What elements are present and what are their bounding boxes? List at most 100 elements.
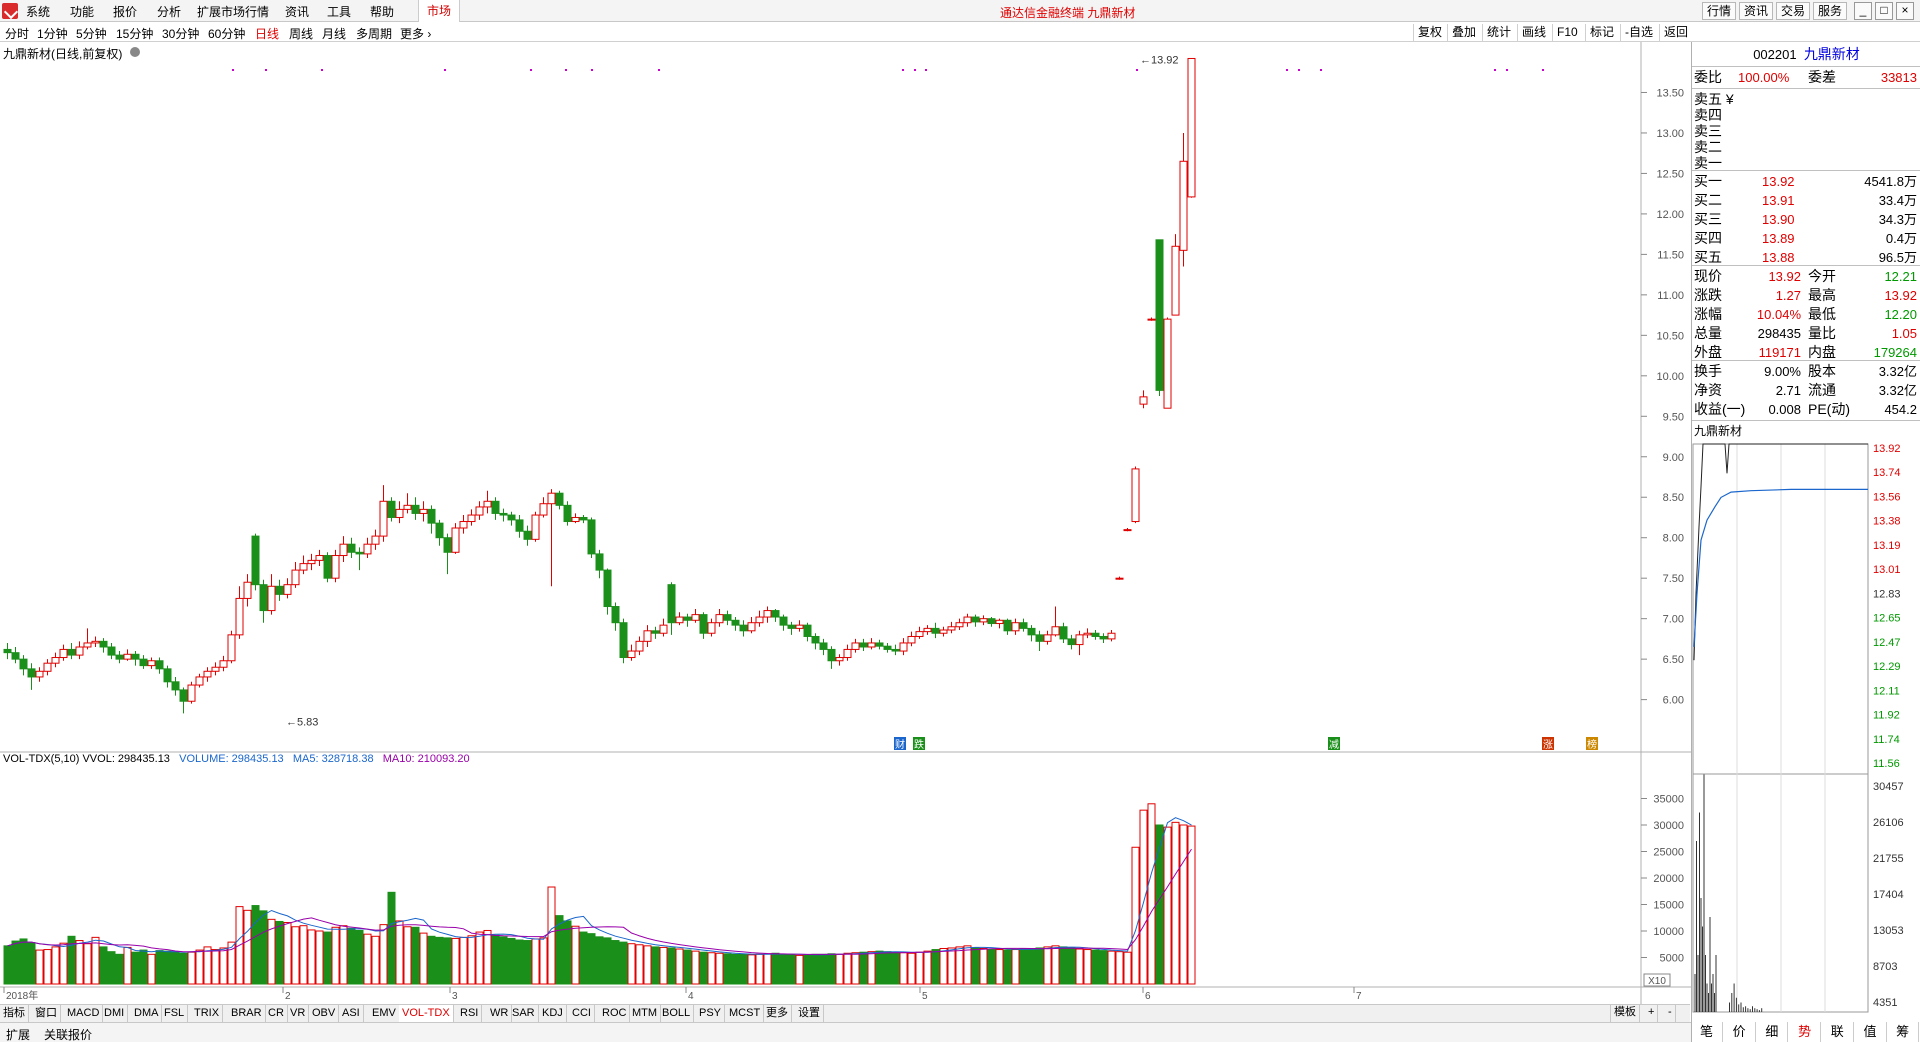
period-15min[interactable]: 15分钟 — [116, 25, 153, 42]
menu-help[interactable]: 帮助 — [370, 3, 394, 20]
indicator-tab[interactable]: OBV — [309, 1005, 340, 1023]
menu-extended-market[interactable]: 扩展市场行情 — [197, 3, 269, 20]
kline-chart[interactable]: 13.50 13.00 12.50 12.00 11.50 11.00 10.50 10.00… — [0, 42, 1691, 1004]
intraday-mini-chart[interactable]: 13.92 13.74 13.56 13.38 13.19 13.01 12.83 12.65… — [1691, 441, 1920, 1022]
period-5min[interactable]: 5分钟 — [76, 25, 107, 42]
tool-mark[interactable]: 标记 — [1585, 24, 1618, 41]
indicator-tab[interactable]: ASI — [339, 1005, 364, 1023]
period-multi[interactable]: 多周期 — [356, 25, 392, 42]
app-logo-icon[interactable] — [2, 3, 18, 19]
period-monthly[interactable]: 月线 — [322, 25, 346, 42]
menu-function[interactable]: 功能 — [70, 3, 94, 20]
indicator-tab[interactable]: BRAR — [228, 1005, 266, 1023]
volume-bar — [139, 949, 148, 985]
indicator-tab[interactable]: DMA — [131, 1005, 163, 1023]
indicator-tab[interactable]: TRIX — [191, 1005, 224, 1023]
bid-label: 买三 — [1694, 211, 1722, 227]
indicator-tab[interactable]: 更多 — [763, 1005, 792, 1023]
legend-name: VOL-TDX(5,10) VVOL: 298435.13 — [3, 753, 170, 765]
volume-bar — [1003, 949, 1012, 985]
signal-dot — [1506, 69, 1508, 71]
mini-chart-tab[interactable]: 势 — [1789, 1022, 1822, 1042]
tool-back[interactable]: 返回 — [1659, 24, 1692, 41]
menu-tools[interactable]: 工具 — [327, 3, 351, 20]
period-daily[interactable]: 日线 — [255, 25, 279, 42]
minimize-button[interactable]: _ — [1854, 2, 1872, 20]
indicator-tab[interactable]: MCST — [726, 1005, 765, 1023]
zoom-out-button[interactable]: - — [1665, 1004, 1676, 1022]
bid-label: 买一 — [1694, 173, 1722, 189]
period-weekly[interactable]: 周线 — [289, 25, 313, 42]
close-button[interactable]: × — [1896, 2, 1914, 20]
tool-adjust[interactable]: 复权 — [1413, 24, 1446, 41]
menu-analysis[interactable]: 分析 — [157, 3, 181, 20]
period-1min[interactable]: 1分钟 — [37, 25, 68, 42]
period-toolbar: 分时 1分钟 5分钟 15分钟 30分钟 60分钟 日线 周线 月线 多周期 更… — [0, 22, 1920, 42]
top-button-service[interactable]: 服务 — [1813, 2, 1848, 20]
status-tab-extended[interactable]: 扩展 — [6, 1026, 30, 1042]
menu-quote[interactable]: 报价 — [113, 3, 137, 20]
indicator-tab[interactable]: KDJ — [539, 1005, 567, 1023]
candle-body — [603, 569, 612, 608]
volume-bar — [259, 910, 268, 985]
tool-overlay[interactable]: 叠加 — [1447, 24, 1480, 41]
indicator-tab[interactable]: FSL — [161, 1005, 189, 1023]
volume-bar — [91, 936, 100, 985]
menu-news[interactable]: 资讯 — [285, 3, 309, 20]
indicator-tab[interactable]: 指标 — [0, 1005, 29, 1023]
indicator-tab[interactable]: RSI — [457, 1005, 483, 1023]
indicator-tab[interactable]: 窗口 — [32, 1005, 61, 1023]
indicator-tab[interactable]: VOL-TDX — [399, 1005, 454, 1023]
indicator-tab[interactable]: BOLL — [659, 1005, 695, 1023]
bid-row[interactable]: 买一 13.92 4541.8万 — [1692, 172, 1920, 191]
tool-remove-favorite[interactable]: -自选 — [1620, 24, 1657, 41]
bid-row[interactable]: 买三 13.90 34.3万 — [1692, 210, 1920, 229]
top-button-trade[interactable]: 交易 — [1776, 2, 1811, 20]
indicator-tab[interactable]: MACD — [64, 1005, 104, 1023]
top-button-quotes[interactable]: 行情 — [1702, 2, 1737, 20]
indicator-tab[interactable]: DMI — [101, 1005, 129, 1023]
volume-bar — [491, 934, 500, 985]
mini-chart-tab[interactable]: 细 — [1756, 1022, 1789, 1042]
tool-stats[interactable]: 统计 — [1482, 24, 1515, 41]
period-more[interactable]: 更多 › — [400, 25, 431, 42]
zoom-in-button[interactable]: + — [1645, 1004, 1659, 1022]
chart-settings-icon[interactable] — [130, 47, 140, 57]
bid-volume: 0.4万 — [1885, 231, 1917, 246]
volume-bar — [1115, 951, 1124, 985]
candle-body — [251, 535, 260, 586]
template-button[interactable]: 模板 — [1610, 1004, 1640, 1022]
maximize-button[interactable]: □ — [1875, 2, 1893, 20]
volume-bar — [859, 951, 868, 985]
indicator-tab[interactable]: SAR — [509, 1005, 539, 1023]
period-60min[interactable]: 60分钟 — [208, 25, 245, 42]
indicator-tab[interactable]: MTM — [629, 1005, 662, 1023]
menu-system[interactable]: 系统 — [26, 3, 50, 20]
candle-body — [1147, 318, 1156, 321]
menu-market[interactable]: 市场 — [418, 0, 461, 22]
mini-volume-tick: 30457 — [1873, 781, 1904, 793]
period-timeshare[interactable]: 分时 — [5, 25, 29, 42]
indicator-tab[interactable]: CCI — [569, 1005, 595, 1023]
indicator-tab[interactable]: ROC — [599, 1005, 631, 1023]
bid-row[interactable]: 买二 13.91 33.4万 — [1692, 191, 1920, 210]
mini-chart-tab[interactable]: 筹 — [1887, 1022, 1920, 1042]
indicator-tab[interactable]: VR — [287, 1005, 310, 1023]
candle-body — [1083, 632, 1092, 636]
mini-chart-tab[interactable]: 笔 — [1691, 1022, 1723, 1042]
indicator-tab[interactable]: PSY — [696, 1005, 726, 1023]
status-tab-related[interactable]: 关联报价 — [44, 1026, 92, 1042]
tool-draw[interactable]: 画线 — [1517, 24, 1550, 41]
mini-chart-tab[interactable]: 价 — [1724, 1022, 1756, 1042]
indicator-tab[interactable]: 设置 — [795, 1005, 824, 1023]
mini-chart-tab[interactable]: 值 — [1855, 1022, 1887, 1042]
period-30min[interactable]: 30分钟 — [162, 25, 199, 42]
top-button-news[interactable]: 资讯 — [1739, 2, 1774, 20]
indicator-tab[interactable]: EMV — [369, 1005, 400, 1023]
volume-bar — [83, 943, 92, 985]
stat-label: 现价 — [1694, 268, 1722, 284]
tool-f10[interactable]: F10 — [1552, 24, 1582, 41]
mini-chart-tab[interactable]: 联 — [1822, 1022, 1854, 1042]
indicator-tab[interactable]: CR — [265, 1005, 288, 1023]
bid-row[interactable]: 买四 13.89 0.4万 — [1692, 229, 1920, 248]
